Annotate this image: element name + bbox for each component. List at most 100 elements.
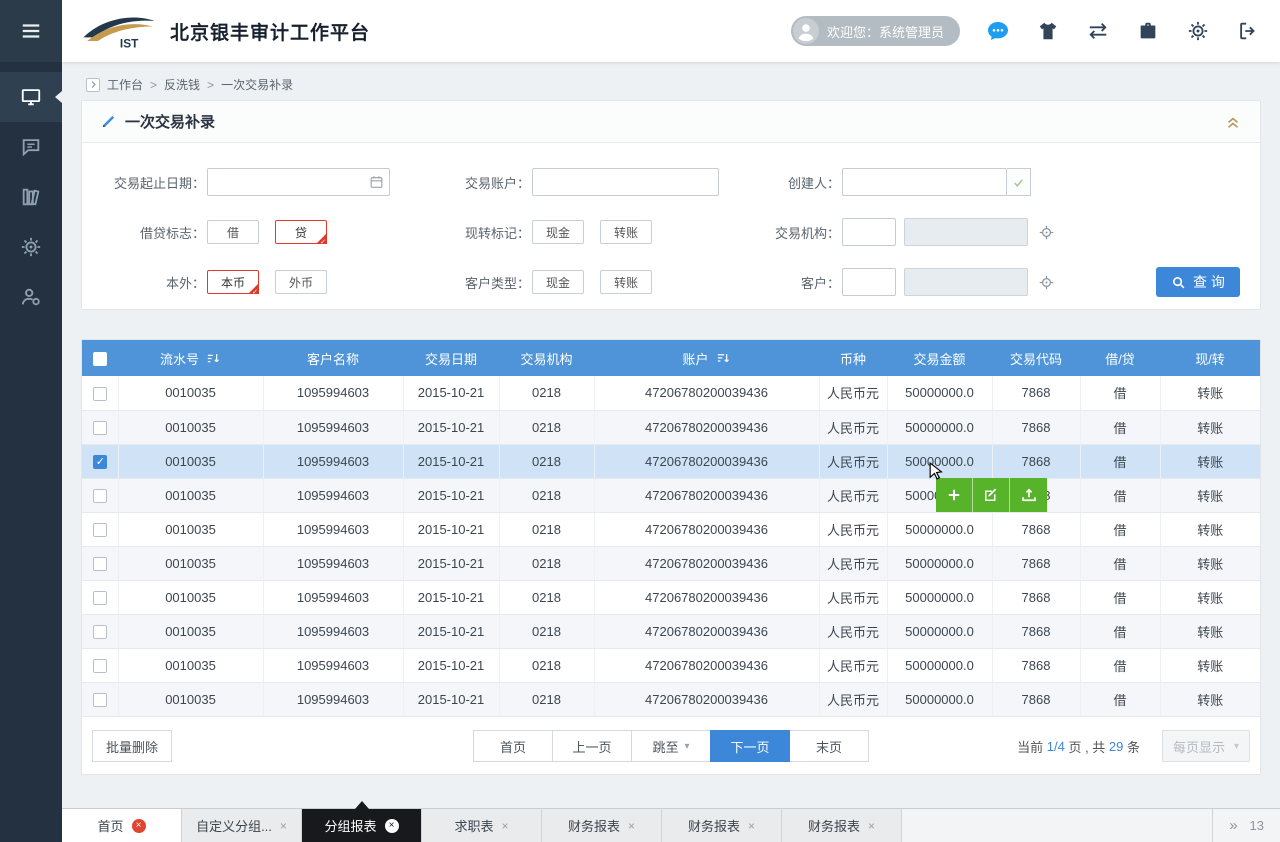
switch-system-icon-button[interactable] <box>1086 19 1110 43</box>
table-row[interactable]: 0010035 1095994603 2015-10-21 0218 47206… <box>82 546 1260 580</box>
customer-code-input[interactable] <box>842 268 896 296</box>
taskbar-tab[interactable]: 财务报表 × <box>542 809 662 842</box>
sidebar-item-user-admin[interactable] <box>0 272 62 322</box>
user-welcome-badge[interactable]: 欢迎您：系统管理员 <box>791 16 960 46</box>
table-row[interactable]: 0010035 1095994603 2015-10-21 0218 47206… <box>82 512 1260 546</box>
table-row[interactable]: 0010035 1095994603 2015-10-21 0218 47206… <box>82 478 1260 512</box>
table-row[interactable]: 0010035 1095994603 2015-10-21 0218 47206… <box>82 376 1260 410</box>
column-header[interactable]: 交易金额 <box>913 349 965 368</box>
table-row[interactable]: 0010035 1095994603 2015-10-21 0218 47206… <box>82 682 1260 716</box>
pager-buttons: 首页 上一页 跳至 ▾ 下一页 末页 <box>473 730 869 762</box>
sidebar-item-messages[interactable] <box>0 122 62 172</box>
taskbar-tab[interactable]: 首页 × <box>62 809 182 842</box>
customer-type-option-cash[interactable]: 现金 <box>532 270 584 294</box>
tab-close-icon[interactable]: × <box>748 820 755 832</box>
table-cell: 47206780200039436 <box>594 648 819 682</box>
per-page-dropdown[interactable]: 每页显示 ▾ <box>1162 730 1250 762</box>
creator-check-button[interactable] <box>1007 168 1031 196</box>
next-page-button[interactable]: 下一页 <box>710 730 790 762</box>
column-header[interactable]: 交易代码 <box>1010 349 1062 368</box>
customer-type-option-transfer[interactable]: 转账 <box>600 270 652 294</box>
column-header[interactable]: 币种 <box>840 349 866 368</box>
row-checkbox[interactable] <box>93 421 107 435</box>
table-header-row: 流水号 客户名称 交易日期 交易机构 账户 币种 交易金额 交易代码 借/贷 现… <box>82 340 1260 376</box>
sidebar-item-library[interactable] <box>0 172 62 222</box>
column-header[interactable]: 账户 <box>682 349 708 368</box>
taskbar-tabs: 首页 × 自定义分组... × 分组报表 × 求职表 × 财务报表 × 财务报表… <box>62 809 902 842</box>
row-checkbox[interactable] <box>93 625 107 639</box>
add-row-button[interactable] <box>936 478 973 512</box>
creator-input[interactable] <box>842 168 1007 196</box>
select-all-checkbox[interactable] <box>93 352 107 366</box>
cash-option-cash[interactable]: 现金 <box>532 220 584 244</box>
row-checkbox[interactable] <box>93 557 107 571</box>
jump-to-page-dropdown[interactable]: 跳至 ▾ <box>631 730 711 762</box>
column-header[interactable]: 交易日期 <box>425 349 477 368</box>
table-cell: 0010035 <box>118 478 263 512</box>
debit-option-borrow[interactable]: 借 <box>207 220 259 244</box>
menu-toggle-button[interactable] <box>0 0 62 62</box>
table-cell: 2015-10-21 <box>403 512 499 546</box>
column-header[interactable]: 流水号 <box>160 349 199 368</box>
tab-close-icon[interactable]: × <box>502 820 509 832</box>
table-row[interactable]: 0010035 1095994603 2015-10-21 0218 47206… <box>82 410 1260 444</box>
sort-numeric-icon[interactable] <box>206 351 221 366</box>
theme-skin-icon-button[interactable] <box>1036 19 1060 43</box>
tab-close-icon[interactable]: × <box>868 820 875 832</box>
table-cell: 7868 <box>992 546 1080 580</box>
breadcrumb-item[interactable]: 工作台 <box>107 76 143 93</box>
search-button[interactable]: 查 询 <box>1156 267 1240 297</box>
edit-row-button[interactable] <box>973 478 1010 512</box>
table-cell: 1095994603 <box>263 512 403 546</box>
settings-icon-button[interactable] <box>1186 19 1210 43</box>
last-page-button[interactable]: 末页 <box>789 730 869 762</box>
row-checkbox[interactable] <box>93 523 107 537</box>
date-range-input[interactable] <box>207 168 390 196</box>
table-row[interactable]: 0010035 1095994603 2015-10-21 0218 47206… <box>82 580 1260 614</box>
column-header[interactable]: 客户名称 <box>307 349 359 368</box>
org-picker-button[interactable] <box>1038 224 1055 241</box>
row-checkbox[interactable] <box>93 455 107 469</box>
taskbar-tab[interactable]: 自定义分组... × <box>182 809 302 842</box>
messages-icon-button[interactable] <box>986 19 1010 43</box>
currency-option-local[interactable]: 本币 <box>207 270 259 294</box>
batch-delete-button[interactable]: 批量删除 <box>92 730 172 762</box>
workspace-icon-button[interactable] <box>1136 19 1160 43</box>
tab-close-icon[interactable]: × <box>280 820 287 832</box>
column-header[interactable]: 现/转 <box>1195 349 1225 368</box>
taskbar-tab[interactable]: 财务报表 × <box>782 809 902 842</box>
cash-option-transfer[interactable]: 转账 <box>600 220 652 244</box>
tab-close-icon[interactable]: × <box>628 820 635 832</box>
first-page-button[interactable]: 首页 <box>473 730 553 762</box>
currency-option-foreign[interactable]: 外币 <box>275 270 327 294</box>
breadcrumb-item[interactable]: 反洗钱 <box>164 76 200 93</box>
sidebar-item-settings[interactable] <box>0 222 62 272</box>
row-checkbox[interactable] <box>93 693 107 707</box>
taskbar-tab[interactable]: 分组报表 × <box>302 809 422 842</box>
row-checkbox[interactable] <box>93 591 107 605</box>
upload-row-button[interactable] <box>1010 478 1047 512</box>
table-row[interactable]: 0010035 1095994603 2015-10-21 0218 47206… <box>82 444 1260 478</box>
table-row[interactable]: 0010035 1095994603 2015-10-21 0218 47206… <box>82 614 1260 648</box>
taskbar-tab[interactable]: 求职表 × <box>422 809 542 842</box>
sidebar-item-workbench[interactable] <box>0 72 62 122</box>
column-header[interactable]: 借/贷 <box>1105 349 1135 368</box>
tab-close-icon[interactable]: × <box>385 819 399 833</box>
tab-close-icon[interactable]: × <box>132 819 146 833</box>
taskbar-tab[interactable]: 财务报表 × <box>662 809 782 842</box>
row-checkbox[interactable] <box>93 659 107 673</box>
customer-picker-button[interactable] <box>1038 274 1055 291</box>
table-row[interactable]: 0010035 1095994603 2015-10-21 0218 47206… <box>82 648 1260 682</box>
table-cell: 50000000.0 <box>887 580 992 614</box>
org-code-input[interactable] <box>842 218 896 246</box>
collapse-panel-button[interactable] <box>1224 113 1242 131</box>
row-checkbox[interactable] <box>93 489 107 503</box>
column-header[interactable]: 交易机构 <box>520 349 572 368</box>
account-input[interactable] <box>532 168 719 196</box>
logout-icon-button[interactable] <box>1236 19 1260 43</box>
sort-desc-icon[interactable] <box>716 351 731 366</box>
row-checkbox[interactable] <box>93 387 107 401</box>
prev-page-button[interactable]: 上一页 <box>552 730 632 762</box>
tab-overflow-button[interactable]: » 13 <box>1212 809 1280 842</box>
debit-option-loan[interactable]: 贷 <box>275 220 327 244</box>
